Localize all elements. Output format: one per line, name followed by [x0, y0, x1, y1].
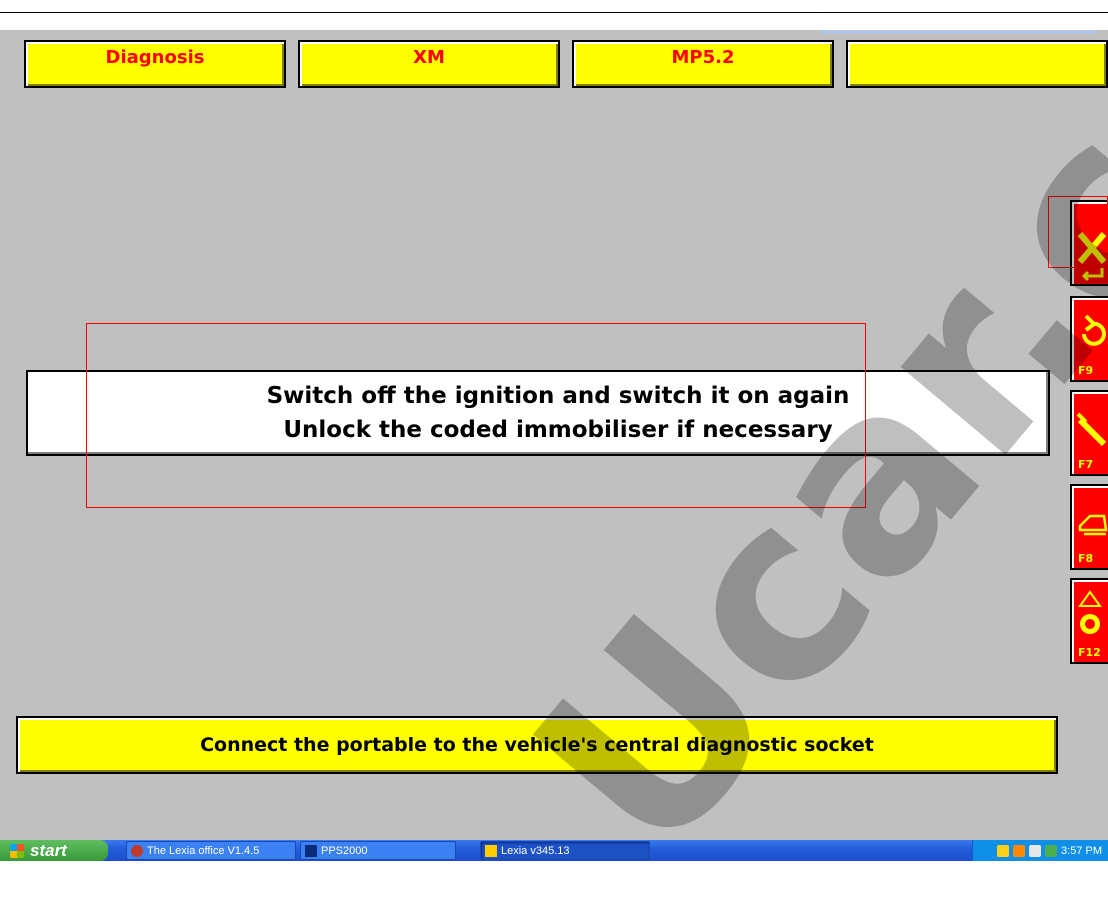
model-label: XM	[413, 46, 445, 68]
messenger-icon[interactable]	[1013, 844, 1026, 857]
windows-logo-icon	[10, 843, 24, 858]
task-lexia[interactable]: Lexia v345.13	[480, 841, 650, 860]
title-line	[820, 31, 1096, 33]
network-icon[interactable]	[1045, 844, 1058, 857]
ecu-button[interactable]: MP5.2	[572, 40, 834, 88]
print-key-label: F8	[1078, 552, 1094, 565]
volume-icon[interactable]	[1029, 844, 1042, 857]
globe-key-label: F12	[1078, 646, 1101, 659]
task-pps2000-label: PPS2000	[321, 844, 368, 857]
start-label: start	[30, 840, 67, 860]
diagnosis-button[interactable]: Diagnosis	[24, 40, 286, 88]
printer-icon	[1078, 514, 1108, 536]
diagnosis-label: Diagnosis	[105, 46, 205, 68]
globe-button[interactable]: F12	[1070, 578, 1108, 664]
clock: 3:57 PM	[1061, 844, 1102, 857]
taskbar: start The Lexia office V1.4.5 PPS2000 Le…	[0, 840, 1108, 861]
pps2000-icon	[305, 844, 317, 857]
start-button[interactable]: start	[0, 840, 108, 861]
print-button[interactable]: F8	[1070, 484, 1108, 570]
system-tray: 3:57 PM	[972, 840, 1108, 861]
lexia-office-icon	[131, 844, 143, 857]
task-lexia-office[interactable]: The Lexia office V1.4.5	[126, 841, 296, 860]
lexia-icon	[485, 844, 497, 857]
top-divider	[0, 12, 1108, 13]
tool-key-label: F7	[1078, 458, 1094, 471]
model-button[interactable]: XM	[298, 40, 560, 88]
task-pps2000[interactable]: PPS2000	[300, 841, 456, 860]
task-lexia-label: Lexia v345.13	[501, 844, 570, 857]
task-lexia-office-label: The Lexia office V1.4.5	[147, 844, 260, 857]
star-icon[interactable]	[997, 844, 1010, 857]
ecu-label: MP5.2	[671, 46, 735, 68]
globe-icon	[1078, 590, 1102, 634]
